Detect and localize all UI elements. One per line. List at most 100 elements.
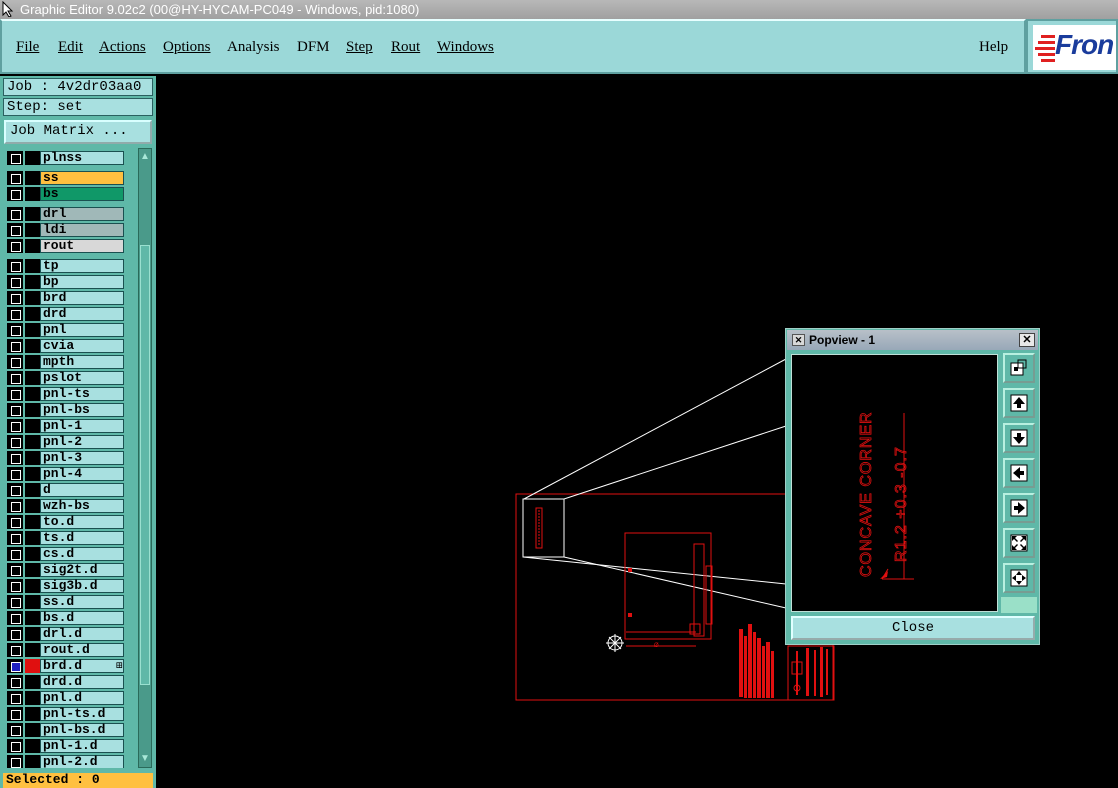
layer-row-wzh-bs[interactable]: wzh-bs bbox=[5, 498, 125, 514]
layer-row-pnl-2-d[interactable]: pnl-2.d bbox=[5, 754, 125, 768]
layer-checkbox[interactable] bbox=[7, 547, 23, 561]
layer-row-cvia[interactable]: cvia bbox=[5, 338, 125, 354]
layer-color-swatch[interactable] bbox=[25, 755, 40, 768]
layer-checkbox[interactable] bbox=[7, 151, 23, 165]
menu-dfm[interactable]: DFM bbox=[297, 39, 330, 56]
layer-checkbox[interactable] bbox=[7, 467, 23, 481]
layer-name[interactable]: ldi bbox=[40, 223, 124, 237]
scroll-up-icon[interactable]: ▲ bbox=[140, 151, 150, 163]
layer-color-swatch[interactable] bbox=[25, 611, 40, 625]
layer-color-swatch[interactable] bbox=[25, 723, 40, 737]
layer-checkbox[interactable] bbox=[7, 627, 23, 641]
menu-analysis[interactable]: Analysis bbox=[227, 39, 280, 56]
layer-row-plnss[interactable]: plnss bbox=[5, 150, 125, 166]
layer-checkbox[interactable] bbox=[7, 579, 23, 593]
layer-checkbox[interactable] bbox=[7, 691, 23, 705]
layer-name[interactable]: drd.d bbox=[40, 675, 124, 689]
layer-color-swatch[interactable] bbox=[25, 187, 40, 201]
menu-edit[interactable]: Edit bbox=[58, 39, 83, 56]
layer-name[interactable]: sig3b.d bbox=[40, 579, 124, 593]
layer-row-brd[interactable]: brd bbox=[5, 290, 125, 306]
menu-actions[interactable]: Actions bbox=[99, 39, 146, 56]
layer-row-ldi[interactable]: ldi bbox=[5, 222, 125, 238]
layer-color-swatch[interactable] bbox=[25, 207, 40, 221]
layer-row-pnl[interactable]: pnl bbox=[5, 322, 125, 338]
pan-down-button[interactable] bbox=[1003, 423, 1035, 453]
menu-step[interactable]: Step bbox=[346, 39, 373, 56]
layer-checkbox[interactable] bbox=[7, 355, 23, 369]
layer-row-pnl-ts[interactable]: pnl-ts bbox=[5, 386, 125, 402]
layer-row-sig2t-d[interactable]: sig2t.d bbox=[5, 562, 125, 578]
layer-row-pnl-ts-d[interactable]: pnl-ts.d bbox=[5, 706, 125, 722]
scrollbar-thumb[interactable] bbox=[140, 245, 150, 685]
layer-name[interactable]: ss bbox=[40, 171, 124, 185]
layer-color-swatch[interactable] bbox=[25, 435, 40, 449]
layer-checkbox[interactable] bbox=[7, 371, 23, 385]
popview-viewport[interactable]: CONCAVE CORNER R1.2 +0.3 -0.7 bbox=[791, 354, 998, 612]
layer-name[interactable]: rout bbox=[40, 239, 124, 253]
layer-row-bp[interactable]: bp bbox=[5, 274, 125, 290]
layer-checkbox[interactable] bbox=[7, 755, 23, 768]
layer-name[interactable]: pnl-1.d bbox=[40, 739, 124, 753]
layer-color-swatch[interactable] bbox=[25, 239, 40, 253]
layer-checkbox[interactable] bbox=[7, 223, 23, 237]
layer-checkbox[interactable] bbox=[7, 207, 23, 221]
layer-row-rout[interactable]: rout bbox=[5, 238, 125, 254]
layer-name[interactable]: drl bbox=[40, 207, 124, 221]
layer-color-swatch[interactable] bbox=[25, 691, 40, 705]
layer-row-mpth[interactable]: mpth bbox=[5, 354, 125, 370]
layer-color-swatch[interactable] bbox=[25, 579, 40, 593]
close-icon[interactable]: ✕ bbox=[1019, 333, 1035, 347]
layer-name[interactable]: wzh-bs bbox=[40, 499, 124, 513]
layer-checkbox[interactable] bbox=[7, 419, 23, 433]
layer-name[interactable]: mpth bbox=[40, 355, 124, 369]
layer-color-swatch[interactable] bbox=[25, 659, 40, 673]
layer-name[interactable]: ss.d bbox=[40, 595, 124, 609]
layer-color-swatch[interactable] bbox=[25, 451, 40, 465]
layer-checkbox[interactable] bbox=[7, 739, 23, 753]
popview-close-button[interactable]: Close bbox=[791, 616, 1035, 640]
layer-name[interactable]: plnss bbox=[40, 151, 124, 165]
layer-name[interactable]: bs.d bbox=[40, 611, 124, 625]
layer-checkbox[interactable] bbox=[7, 275, 23, 289]
layer-color-swatch[interactable] bbox=[25, 371, 40, 385]
layer-color-swatch[interactable] bbox=[25, 291, 40, 305]
layer-checkbox[interactable] bbox=[7, 563, 23, 577]
layer-row-drd-d[interactable]: drd.d bbox=[5, 674, 125, 690]
layer-color-swatch[interactable] bbox=[25, 339, 40, 353]
layer-color-swatch[interactable] bbox=[25, 483, 40, 497]
layer-list-scrollbar[interactable]: ▲ ▼ bbox=[138, 148, 152, 768]
layer-name[interactable]: brd.d bbox=[40, 659, 124, 673]
layer-name[interactable]: bp bbox=[40, 275, 124, 289]
layer-name[interactable]: pnl bbox=[40, 323, 124, 337]
pan-left-button[interactable] bbox=[1003, 458, 1035, 488]
layer-color-swatch[interactable] bbox=[25, 403, 40, 417]
layer-name[interactable]: pnl.d bbox=[40, 691, 124, 705]
layer-checkbox[interactable] bbox=[7, 307, 23, 321]
layer-row-sig3b-d[interactable]: sig3b.d bbox=[5, 578, 125, 594]
layer-color-swatch[interactable] bbox=[25, 355, 40, 369]
layer-row-pnl-1-d[interactable]: pnl-1.d bbox=[5, 738, 125, 754]
layer-checkbox[interactable] bbox=[7, 291, 23, 305]
layer-color-swatch[interactable] bbox=[25, 419, 40, 433]
layer-row-pnl-4[interactable]: pnl-4 bbox=[5, 466, 125, 482]
layer-name[interactable]: pnl-ts bbox=[40, 387, 124, 401]
layer-color-swatch[interactable] bbox=[25, 275, 40, 289]
layer-checkbox[interactable] bbox=[7, 259, 23, 273]
layer-checkbox[interactable] bbox=[7, 435, 23, 449]
menu-help[interactable]: Help bbox=[979, 39, 1008, 56]
layer-color-swatch[interactable] bbox=[25, 151, 40, 165]
menu-windows[interactable]: Windows bbox=[437, 39, 494, 56]
layer-checkbox[interactable] bbox=[7, 675, 23, 689]
layer-checkbox[interactable] bbox=[7, 187, 23, 201]
menu-options[interactable]: Options bbox=[163, 39, 211, 56]
layer-name[interactable]: pnl-2.d bbox=[40, 755, 124, 768]
pan-up-button[interactable] bbox=[1003, 388, 1035, 418]
layer-name[interactable]: drd bbox=[40, 307, 124, 321]
layer-checkbox[interactable] bbox=[7, 643, 23, 657]
layer-row-ts-d[interactable]: ts.d bbox=[5, 530, 125, 546]
job-matrix-button[interactable]: Job Matrix ... bbox=[4, 120, 152, 144]
layer-row-brd-d[interactable]: brd.d ⊞ bbox=[5, 658, 125, 674]
layer-row-pnl-1[interactable]: pnl-1 bbox=[5, 418, 125, 434]
layer-name[interactable]: drl.d bbox=[40, 627, 124, 641]
